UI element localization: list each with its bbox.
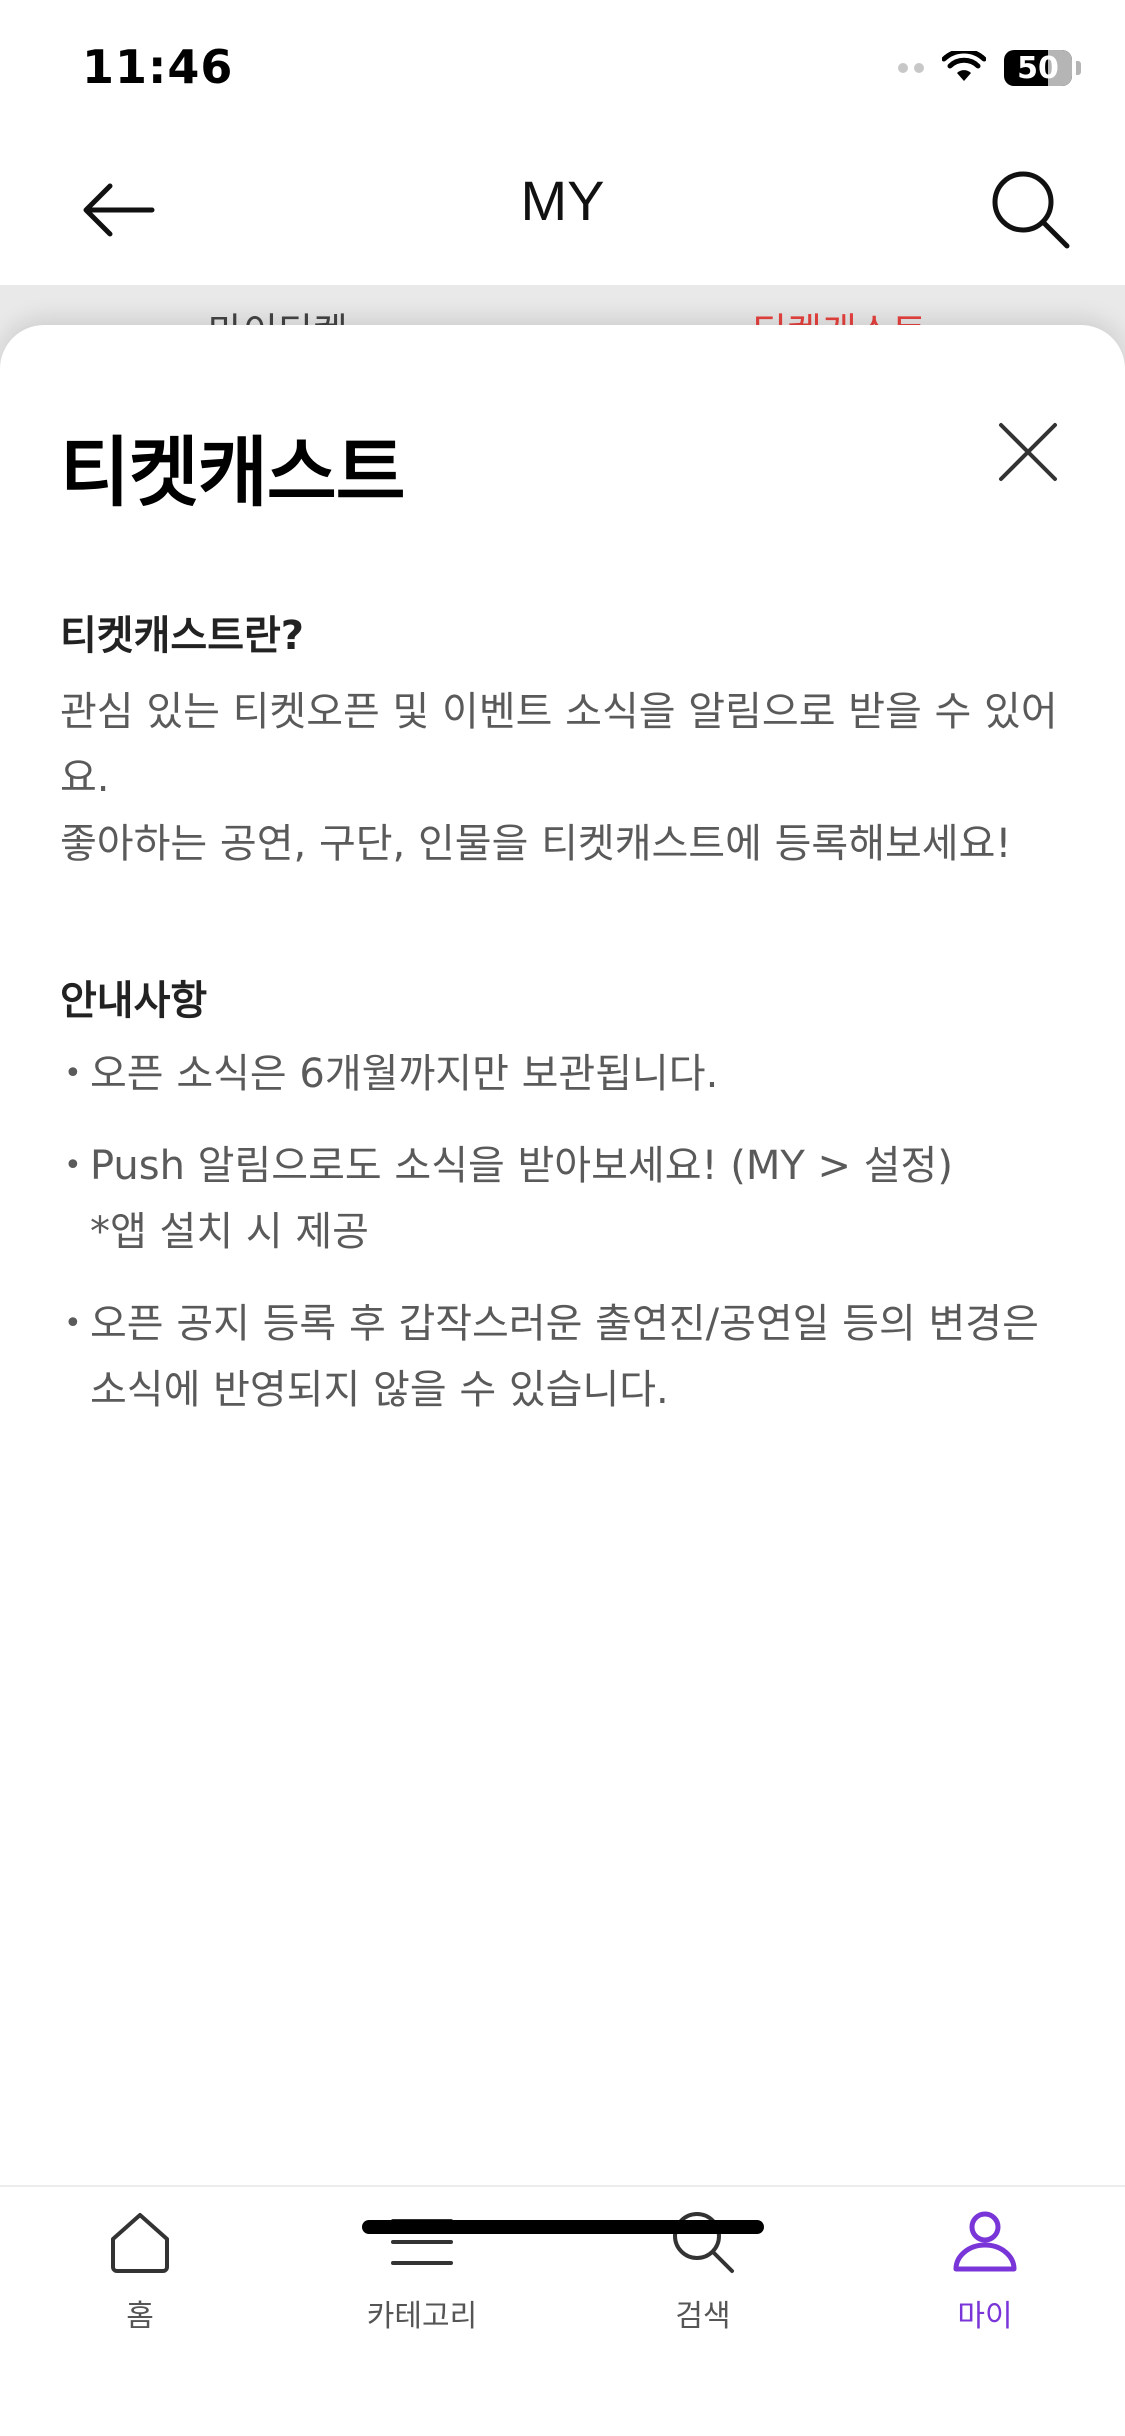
status-bar: 11:46 50 <box>0 0 1125 140</box>
menu-icon <box>391 2219 453 2265</box>
page-title: MY <box>520 169 605 232</box>
sheet-title: 티켓캐스트 <box>60 428 406 517</box>
notice-item: Push 알림으로도 소식을 받아보세요! (MY > 설정) *앱 설치 시 … <box>60 1133 1070 1265</box>
search-icon <box>673 2212 734 2273</box>
home-icon <box>111 2213 169 2273</box>
home-indicator <box>362 2220 764 2234</box>
notice-item: 오픈 공지 등록 후 갑작스러운 출연진/공연일 등의 변경은 소식에 반영되지… <box>60 1291 1070 1423</box>
battery-level: 50 <box>1017 50 1059 86</box>
ticketcast-sheet: 티켓캐스트 티켓캐스트란? 관심 있는 티켓오픈 및 이벤트 소식을 알림으로 … <box>0 325 1125 2185</box>
wifi-icon <box>942 51 986 81</box>
battery-icon: 50 <box>1004 50 1072 86</box>
person-icon <box>953 2211 1017 2272</box>
intro-heading: 티켓캐스트란? <box>60 613 305 659</box>
search-icon[interactable] <box>985 164 1075 254</box>
tab-search-label: 검색 <box>675 2299 731 2334</box>
intro-text: 관심 있는 티켓오픈 및 이벤트 소식을 알림으로 받을 수 있어요. 좋아하는… <box>60 689 1058 867</box>
tab-my-label: 마이 <box>957 2299 1013 2334</box>
status-time: 11:46 <box>82 40 234 94</box>
tab-home[interactable]: 홈 <box>40 2207 240 2357</box>
notice-item: 오픈 소식은 6개월까지만 보관됩니다. <box>60 1041 1070 1107</box>
notice-heading: 안내사항 <box>60 978 208 1024</box>
status-icons: 50 <box>898 48 1081 88</box>
tab-category-label: 카테고리 <box>366 2299 478 2334</box>
tab-my[interactable]: 마이 <box>885 2207 1085 2357</box>
tab-home-label: 홈 <box>126 2299 154 2334</box>
cellular-icon <box>898 63 924 73</box>
close-icon[interactable] <box>997 421 1059 483</box>
